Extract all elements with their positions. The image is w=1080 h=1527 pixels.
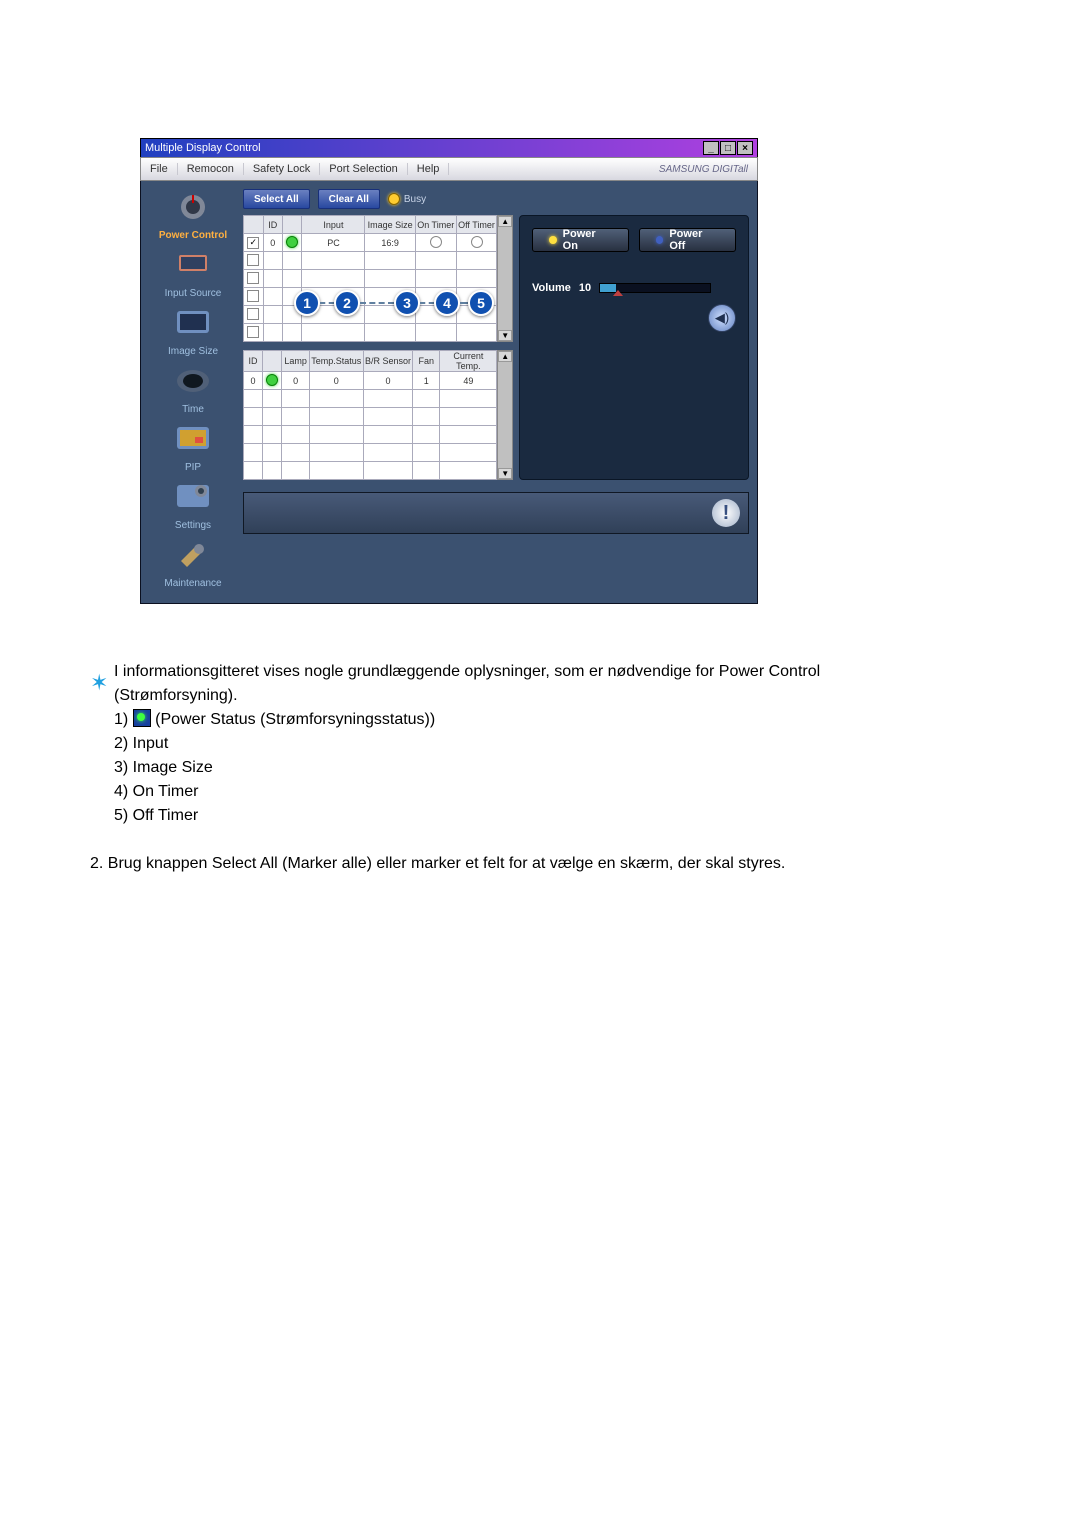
menu-remocon[interactable]: Remocon — [178, 163, 244, 175]
sidebar: Power Control Input Source Image Size Ti… — [149, 189, 237, 595]
select-all-button[interactable]: Select All — [243, 189, 310, 209]
power-led-icon — [286, 236, 298, 248]
document-text: ✶ I informationsgitteret vises nogle gru… — [90, 660, 920, 876]
power-icon — [171, 189, 215, 227]
table-row[interactable] — [244, 252, 497, 270]
brand-label: SAMSUNG DIGITall — [650, 164, 757, 175]
sidebar-item-settings[interactable]: Settings — [149, 479, 237, 531]
window-title: Multiple Display Control — [145, 142, 261, 154]
clear-all-button[interactable]: Clear All — [318, 189, 380, 209]
callout-3: 3 — [394, 290, 420, 316]
input-source-icon — [171, 247, 215, 285]
table-row[interactable] — [244, 390, 497, 408]
callout-4: 4 — [434, 290, 460, 316]
callout-5: 5 — [468, 290, 494, 316]
pip-icon — [171, 421, 215, 459]
row-checkbox[interactable] — [247, 326, 259, 338]
table-row[interactable] — [244, 462, 497, 480]
callout-overlay: 1 2 3 4 5 — [294, 290, 494, 316]
display-grid: IDInputImage SizeOn TimerOff Timer0PC16:… — [243, 215, 513, 342]
power-off-led-icon — [656, 236, 664, 244]
row-checkbox[interactable] — [247, 272, 259, 284]
doc-p1: I informationsgitteret vises nogle grund… — [114, 660, 920, 708]
status-grid: IDLampTemp.StatusB/R SensorFanCurrent Te… — [243, 350, 513, 480]
doc-p2: 2. Brug knappen Select All (Marker alle)… — [90, 852, 920, 876]
callout-1: 1 — [294, 290, 320, 316]
speaker-icon[interactable]: ◀) — [708, 304, 736, 332]
menu-help[interactable]: Help — [408, 163, 450, 175]
table-row[interactable]: 0PC16:9 — [244, 234, 497, 252]
volume-label: Volume — [532, 282, 571, 294]
sidebar-item-image-size[interactable]: Image Size — [149, 305, 237, 357]
application-window: Multiple Display Control _ □ × File Remo… — [140, 138, 758, 604]
sidebar-item-time[interactable]: Time — [149, 363, 237, 415]
timer-indicator-icon — [471, 236, 483, 248]
table-row[interactable] — [244, 444, 497, 462]
statusbar: ! — [243, 492, 749, 534]
maximize-button[interactable]: □ — [720, 141, 736, 155]
settings-icon — [171, 479, 215, 517]
timer-indicator-icon — [430, 236, 442, 248]
menu-file[interactable]: File — [141, 163, 178, 175]
sidebar-item-pip[interactable]: PIP — [149, 421, 237, 473]
power-status-icon — [133, 709, 151, 727]
row-checkbox[interactable] — [247, 254, 259, 266]
power-on-led-icon — [549, 236, 557, 244]
volume-slider[interactable] — [599, 283, 711, 293]
menubar: File Remocon Safety Lock Port Selection … — [140, 157, 758, 181]
table-row[interactable] — [244, 270, 497, 288]
table-row[interactable] — [244, 426, 497, 444]
power-led-icon — [266, 374, 278, 386]
table-row[interactable] — [244, 324, 497, 342]
scrollbar[interactable]: ▲▼ — [497, 215, 513, 342]
maintenance-icon — [171, 537, 215, 575]
menu-safety-lock[interactable]: Safety Lock — [244, 163, 320, 175]
row-checkbox[interactable] — [247, 308, 259, 320]
callout-2: 2 — [334, 290, 360, 316]
grid-toolbar: Select All Clear All Busy — [243, 189, 749, 209]
power-panel: Power On Power Off Volume 10 — [519, 215, 749, 480]
alert-icon: ! — [712, 499, 740, 527]
scrollbar[interactable]: ▲▼ — [497, 350, 513, 480]
volume-value: 10 — [579, 282, 591, 294]
time-icon — [171, 363, 215, 401]
sidebar-item-input-source[interactable]: Input Source — [149, 247, 237, 299]
power-off-button[interactable]: Power Off — [639, 228, 736, 252]
sidebar-item-power-control[interactable]: Power Control — [149, 189, 237, 241]
close-button[interactable]: × — [737, 141, 753, 155]
busy-indicator: Busy — [388, 193, 426, 205]
titlebar: Multiple Display Control _ □ × — [140, 138, 758, 157]
busy-led-icon — [388, 193, 400, 205]
table-row[interactable] — [244, 408, 497, 426]
menu-port-selection[interactable]: Port Selection — [320, 163, 407, 175]
minimize-button[interactable]: _ — [703, 141, 719, 155]
star-bullet-icon: ✶ — [90, 666, 108, 699]
power-on-button[interactable]: Power On — [532, 228, 629, 252]
sidebar-item-maintenance[interactable]: Maintenance — [149, 537, 237, 589]
row-checkbox[interactable] — [247, 290, 259, 302]
table-row[interactable]: 0000149 — [244, 372, 497, 390]
row-checkbox[interactable] — [247, 237, 259, 249]
image-size-icon — [171, 305, 215, 343]
